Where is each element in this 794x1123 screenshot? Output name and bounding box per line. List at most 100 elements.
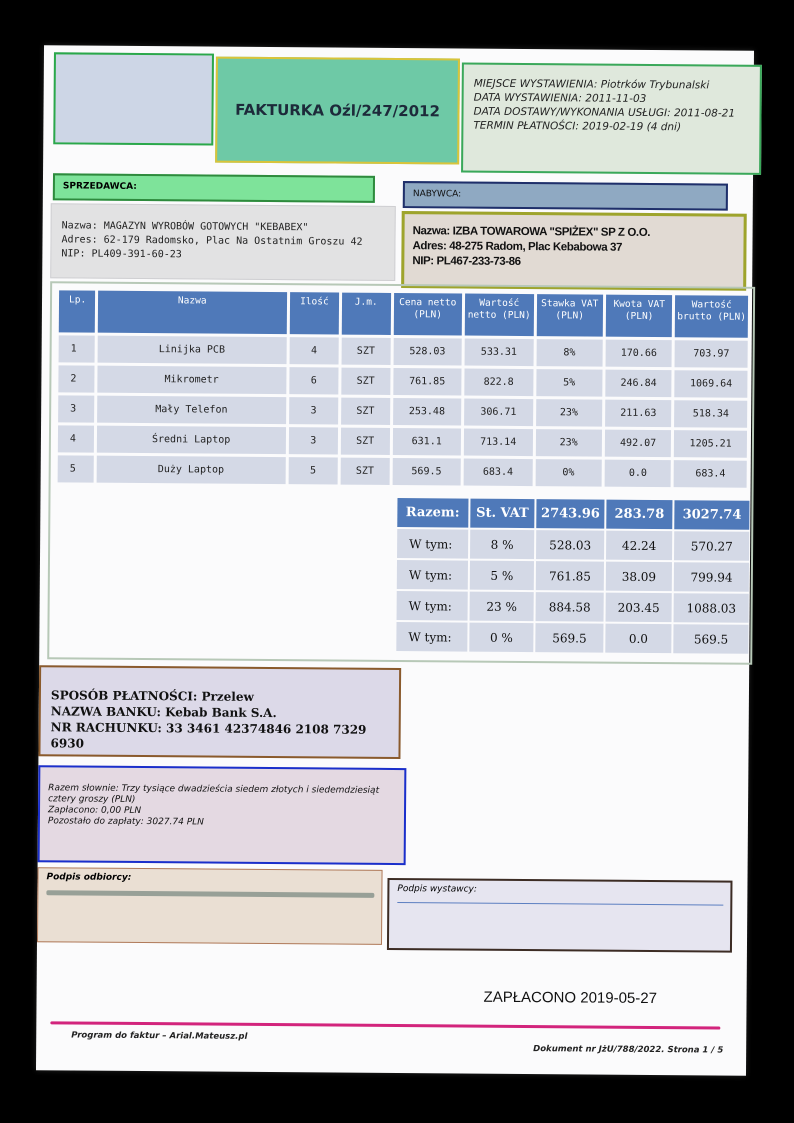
cell: SZT — [341, 367, 391, 395]
summary-cell: 5 % — [469, 560, 535, 591]
col-header: Wartość brutto (PLN) — [675, 295, 749, 338]
summary-header-row: Razem: St. VAT 2743.96 283.78 3027.74 — [397, 498, 750, 530]
cell: 683.4 — [463, 458, 533, 487]
summary-row: W tym: 5 % 761.85 38.09 799.94 — [396, 560, 749, 592]
cell: SZT — [340, 397, 390, 425]
issuer-signature-line — [397, 902, 724, 906]
summary-cell: Razem: — [397, 498, 469, 528]
summary-cell: 569.5 — [673, 624, 749, 654]
cell: 253.48 — [392, 397, 462, 426]
amount-in-words: Razem słownie: Trzy tysiące dwadzieścia … — [48, 783, 380, 805]
cell: Średni Laptop — [96, 425, 286, 455]
cell: SZT — [340, 427, 390, 455]
summary-cell: 1088.03 — [673, 593, 749, 623]
summary-row: W tym: 8 % 528.03 42.24 570.27 — [397, 529, 750, 561]
buyer-nip: NIP: PL467-233-73-86 — [412, 255, 521, 268]
table-header-row: Lp. Nazwa Ilość J.m. Cena netto (PLN) Wa… — [58, 290, 749, 338]
seller-heading: SPRZEDAWCA: — [52, 173, 376, 203]
payment-info: SPOSÓB PŁATNOŚCI: Przelew NAZWA BANKU: K… — [38, 665, 402, 760]
cell: 306.71 — [464, 398, 533, 427]
footer-divider — [50, 1021, 721, 1030]
cell: 3 — [58, 395, 94, 423]
seller-details: Nazwa: MAGAZYN WYROBÓW GOTOWYCH "KEBABEX… — [50, 203, 396, 281]
cell: SZT — [340, 457, 390, 485]
cell: 492.07 — [604, 429, 672, 458]
items-table: Lp. Nazwa Ilość J.m. Cena netto (PLN) Wa… — [55, 287, 752, 490]
cell: 631.1 — [392, 427, 462, 456]
cell: 23% — [535, 429, 602, 457]
cell: 5% — [535, 369, 603, 397]
summary-cell: 3027.74 — [674, 500, 750, 530]
invoice-title: FAKTURKA Oźl/247/2012 — [235, 100, 441, 121]
cell: 528.03 — [393, 337, 462, 366]
amount-in-words-box: Razem słownie: Trzy tysiące dwadzieścia … — [37, 765, 407, 866]
summary-row: W tym: 0 % 569.5 0.0 569.5 — [396, 622, 749, 654]
cell: 2 — [58, 365, 95, 393]
col-header: Kwota VAT (PLN) — [605, 294, 673, 338]
col-header: Stawka VAT (PLN) — [536, 294, 604, 337]
cell: 8% — [536, 339, 603, 367]
cell: Linijka PCB — [97, 335, 287, 365]
col-header: Lp. — [58, 290, 95, 333]
table-row: 4 Średni Laptop 3 SZT 631.1 713.14 23% 492.07 12… — [57, 425, 748, 458]
summary-cell: W tym: — [396, 622, 468, 652]
cell: Mały Telefon — [96, 395, 287, 425]
summary-row: W tym: 23 % 884.58 203.45 1088.03 — [396, 591, 749, 623]
summary-cell: St. VAT — [469, 498, 535, 529]
summary-cell: W tym: — [396, 560, 468, 590]
footer-document-number: Dokument nr JżU/788/2022. Strona 1 / 5 — [533, 1044, 724, 1056]
cell: 5 — [288, 457, 338, 485]
vat-summary-table: Razem: St. VAT 2743.96 283.78 3027.74 W … — [394, 496, 751, 656]
cell: 518.34 — [674, 400, 748, 428]
summary-cell: 8 % — [469, 529, 535, 560]
cell: 3 — [288, 397, 339, 425]
summary-cell: 0.0 — [605, 623, 672, 654]
summary-cell: 799.94 — [674, 562, 749, 592]
cell: 1205.21 — [674, 430, 748, 458]
issuer-signature-box: Podpis wystawcy: — [386, 877, 733, 953]
cell: 683.4 — [674, 460, 747, 488]
seller-nip: NIP: PL409-391-60-23 — [61, 248, 182, 261]
invoice-title-box: FAKTURKA Oźl/247/2012 — [215, 56, 460, 165]
issuer-signature-label: Podpis wystawcy: — [397, 884, 477, 895]
summary-cell: 569.5 — [535, 623, 604, 653]
table-row: 1 Linijka PCB 4 SZT 528.03 533.31 8% 170.66 703.… — [58, 335, 748, 368]
payment-due: TERMIN PŁATNOŚCI: 2019-02-19 (4 dni) — [473, 119, 682, 134]
invoice-meta: MIEJSCE WYSTAWIENIA: Piotrków Trybunalsk… — [461, 62, 762, 175]
receiver-signature-label: Podpis odbiorcy: — [46, 872, 132, 883]
cell: Duży Laptop — [96, 455, 286, 485]
cell: 1069.64 — [674, 370, 748, 398]
cell: 569.5 — [392, 457, 461, 486]
cell: 703.97 — [674, 340, 748, 368]
col-header: Cena netto (PLN) — [393, 292, 463, 336]
cell: 533.31 — [464, 338, 534, 367]
items-section: Lp. Nazwa Ilość J.m. Cena netto (PLN) Wa… — [47, 281, 756, 665]
summary-cell: W tym: — [397, 529, 468, 559]
col-header: J.m. — [341, 292, 391, 335]
summary-cell: 0 % — [468, 622, 534, 653]
receiver-signature-box: Podpis odbiorcy: — [36, 867, 383, 945]
summary-cell: 42.24 — [605, 530, 673, 561]
cell: 0.0 — [604, 459, 672, 488]
logo-placeholder — [53, 52, 214, 146]
cell: 246.84 — [605, 369, 672, 398]
cell: 0% — [535, 459, 602, 487]
col-header: Wartość netto (PLN) — [464, 293, 534, 337]
cell: 170.66 — [605, 339, 673, 368]
summary-cell: 38.09 — [605, 561, 673, 592]
table-row: 5 Duży Laptop 5 SZT 569.5 683.4 0% 0.0 683.4 — [57, 455, 747, 488]
amount-remaining: Pozostało do zapłaty: 3027.74 PLN — [47, 816, 204, 828]
cell: SZT — [341, 337, 391, 365]
buyer-heading: NABYWCA: — [402, 181, 728, 211]
summary-cell: 528.03 — [536, 530, 604, 560]
footer-program: Program do faktur – Arial.Mateusz.pl — [71, 1030, 248, 1042]
summary-cell: W tym: — [396, 591, 468, 621]
summary-cell: 23 % — [469, 591, 535, 622]
table-row: 2 Mikrometr 6 SZT 761.85 822.8 5% 246.84 1069.64 — [58, 365, 748, 398]
cell: 4 — [57, 425, 94, 453]
invoice-page: FAKTURKA Oźl/247/2012 MIEJSCE WYSTAWIENI… — [35, 45, 762, 1076]
cell: 4 — [289, 337, 339, 365]
cell: 1 — [58, 335, 95, 363]
summary-cell: 761.85 — [536, 561, 604, 591]
buyer-details: Nazwa: IZBA TOWAROWA "SPIŻEX" SP Z O.O. … — [401, 211, 747, 291]
